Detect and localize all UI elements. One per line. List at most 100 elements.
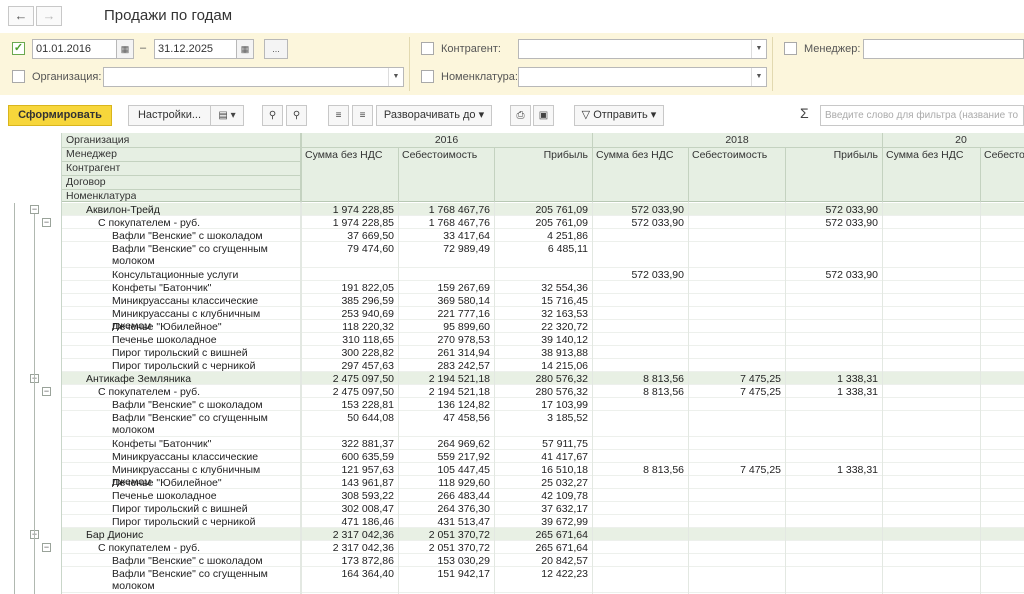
row-value xyxy=(785,528,878,529)
row-label: Конфеты "Батончик" xyxy=(112,438,212,450)
row-value xyxy=(688,554,781,555)
row-value xyxy=(688,216,781,217)
row-label: Вафли "Венские" с шоколадом xyxy=(112,555,263,567)
row-value: 270 978,53 xyxy=(437,334,490,346)
grouping-header: Менеджер xyxy=(66,148,117,160)
row-value: 4 251,86 xyxy=(547,230,588,242)
filter-search-input[interactable]: Введите слово для фильтра (название то xyxy=(820,105,1024,126)
forward-button[interactable]: → xyxy=(36,6,62,26)
send-dropdown[interactable]: ▽ Отправить ▾ xyxy=(574,105,664,126)
generate-button[interactable]: Сформировать xyxy=(8,105,112,126)
column-divider xyxy=(398,202,399,594)
row-value xyxy=(301,268,394,269)
column-divider xyxy=(882,202,883,594)
dropdown-arrow-icon[interactable]: ▼ xyxy=(751,40,766,58)
header-divider xyxy=(494,147,495,202)
sum-icon[interactable]: Σ xyxy=(800,105,809,121)
nomenclature-label: Номенклатура: xyxy=(441,71,518,83)
variants-dropdown-button[interactable]: ▤ ▾ xyxy=(210,105,244,126)
table-row: Вафли "Венские" с шоколадом 173 872,86 153… xyxy=(62,554,1024,567)
counterparty-label: Контрагент: xyxy=(441,43,501,55)
row-value xyxy=(785,281,878,282)
collapse-groups-button[interactable]: ≡ xyxy=(328,105,349,126)
dropdown-arrow-icon[interactable]: ▼ xyxy=(751,68,766,86)
table-row: Бар Дионис 2 317 042,36 2 051 370,72 265 67… xyxy=(62,528,1024,541)
manager-field[interactable] xyxy=(863,39,1024,59)
nomenclature-checkbox[interactable] xyxy=(421,70,434,83)
column-header: Себестоимость xyxy=(692,149,768,161)
dropdown-arrow-icon[interactable]: ▼ xyxy=(388,68,403,86)
nomenclature-field[interactable]: ▼ xyxy=(518,67,767,87)
table-row: Вафли "Венские" со сгущенным молоком 50 6… xyxy=(62,411,1024,437)
counterparty-checkbox[interactable] xyxy=(421,42,434,55)
period-checkbox[interactable]: ✓ xyxy=(12,42,25,55)
row-value: 2 051 370,72 xyxy=(428,529,490,541)
row-value: 572 033,90 xyxy=(825,217,878,229)
organization-field[interactable]: ▼ xyxy=(103,67,404,87)
table-row: Миникруассаны с клубничным джемом 121 957… xyxy=(62,463,1024,488)
year-header: 2018 xyxy=(725,134,749,146)
row-value: 159 267,69 xyxy=(437,282,490,294)
row-value: 32 554,36 xyxy=(541,282,588,294)
row-label: Пирог тирольский с черникой xyxy=(112,360,256,372)
collapse-toggle[interactable]: − xyxy=(42,387,51,396)
expand-icon: ≡ xyxy=(359,110,366,121)
row-value xyxy=(592,528,684,529)
row-value: 1 768 467,76 xyxy=(428,204,490,216)
expand-groups-button[interactable]: ≡ xyxy=(352,105,373,126)
date-from-calendar-button[interactable]: ▦ xyxy=(116,39,134,59)
row-label: Печенье шоколадное xyxy=(112,490,217,502)
year-header: 20 xyxy=(955,134,967,146)
period-select-button[interactable]: ... xyxy=(264,39,288,59)
table-header: Организация Менеджер Контрагент Договор Номе… xyxy=(62,133,1024,202)
find-button[interactable]: ⚲ xyxy=(262,105,283,126)
row-value: 37 632,17 xyxy=(541,503,588,515)
date-to-field[interactable]: 31.12.2025 xyxy=(154,39,240,59)
settings-button[interactable]: Настройки... xyxy=(128,105,211,126)
column-divider xyxy=(785,202,786,594)
row-value xyxy=(785,411,878,412)
row-value xyxy=(688,346,781,347)
row-value: 205 761,09 xyxy=(535,217,588,229)
expand-to-dropdown[interactable]: Разворачивать до ▾ xyxy=(376,105,492,126)
row-value: 118 220,32 xyxy=(342,321,394,333)
row-value: 191 822,05 xyxy=(341,282,394,294)
row-label: Вафли "Венские" с шоколадом xyxy=(112,399,263,411)
print-button[interactable]: ⎙ xyxy=(510,105,531,126)
row-value: 559 217,92 xyxy=(437,451,490,463)
row-value xyxy=(688,437,781,438)
row-value: 153 030,29 xyxy=(437,555,490,567)
find-next-button[interactable]: ⚲ xyxy=(286,105,307,126)
preview-button[interactable]: ▣ xyxy=(533,105,554,126)
page-title: Продажи по годам xyxy=(104,7,233,24)
counterparty-field[interactable]: ▼ xyxy=(518,39,767,59)
collapse-toggle[interactable]: − xyxy=(42,218,51,227)
row-value: 261 314,94 xyxy=(437,347,490,359)
organization-checkbox[interactable] xyxy=(12,70,25,83)
row-value: 50 644,08 xyxy=(347,412,394,424)
tree-gutter xyxy=(0,133,62,594)
back-button[interactable]: ← xyxy=(8,6,34,26)
row-value: 471 186,46 xyxy=(341,516,394,528)
row-label: С покупателем - руб. xyxy=(98,542,201,554)
manager-checkbox[interactable] xyxy=(784,42,797,55)
row-value: 2 051 370,72 xyxy=(428,542,490,554)
row-value: 25 032,27 xyxy=(541,477,588,489)
row-value: 32 163,53 xyxy=(541,308,588,320)
row-value xyxy=(592,307,684,308)
row-value xyxy=(688,515,781,516)
date-from-field[interactable]: 01.01.2016 xyxy=(32,39,118,59)
date-to-calendar-button[interactable]: ▦ xyxy=(236,39,254,59)
column-header: Сумма без НДС xyxy=(596,149,674,161)
row-value: 221 777,16 xyxy=(437,308,490,320)
collapse-toggle[interactable]: − xyxy=(30,205,39,214)
grouping-header: Контрагент xyxy=(66,162,121,174)
calendar-icon: ▦ xyxy=(240,44,250,54)
row-value: 308 593,22 xyxy=(341,490,394,502)
row-value: 47 458,56 xyxy=(443,412,490,424)
row-value: 265 671,64 xyxy=(535,529,588,541)
row-label: Бар Дионис xyxy=(86,529,144,541)
collapse-toggle[interactable]: − xyxy=(42,543,51,552)
row-value xyxy=(688,242,781,243)
row-value: 431 513,47 xyxy=(437,516,490,528)
